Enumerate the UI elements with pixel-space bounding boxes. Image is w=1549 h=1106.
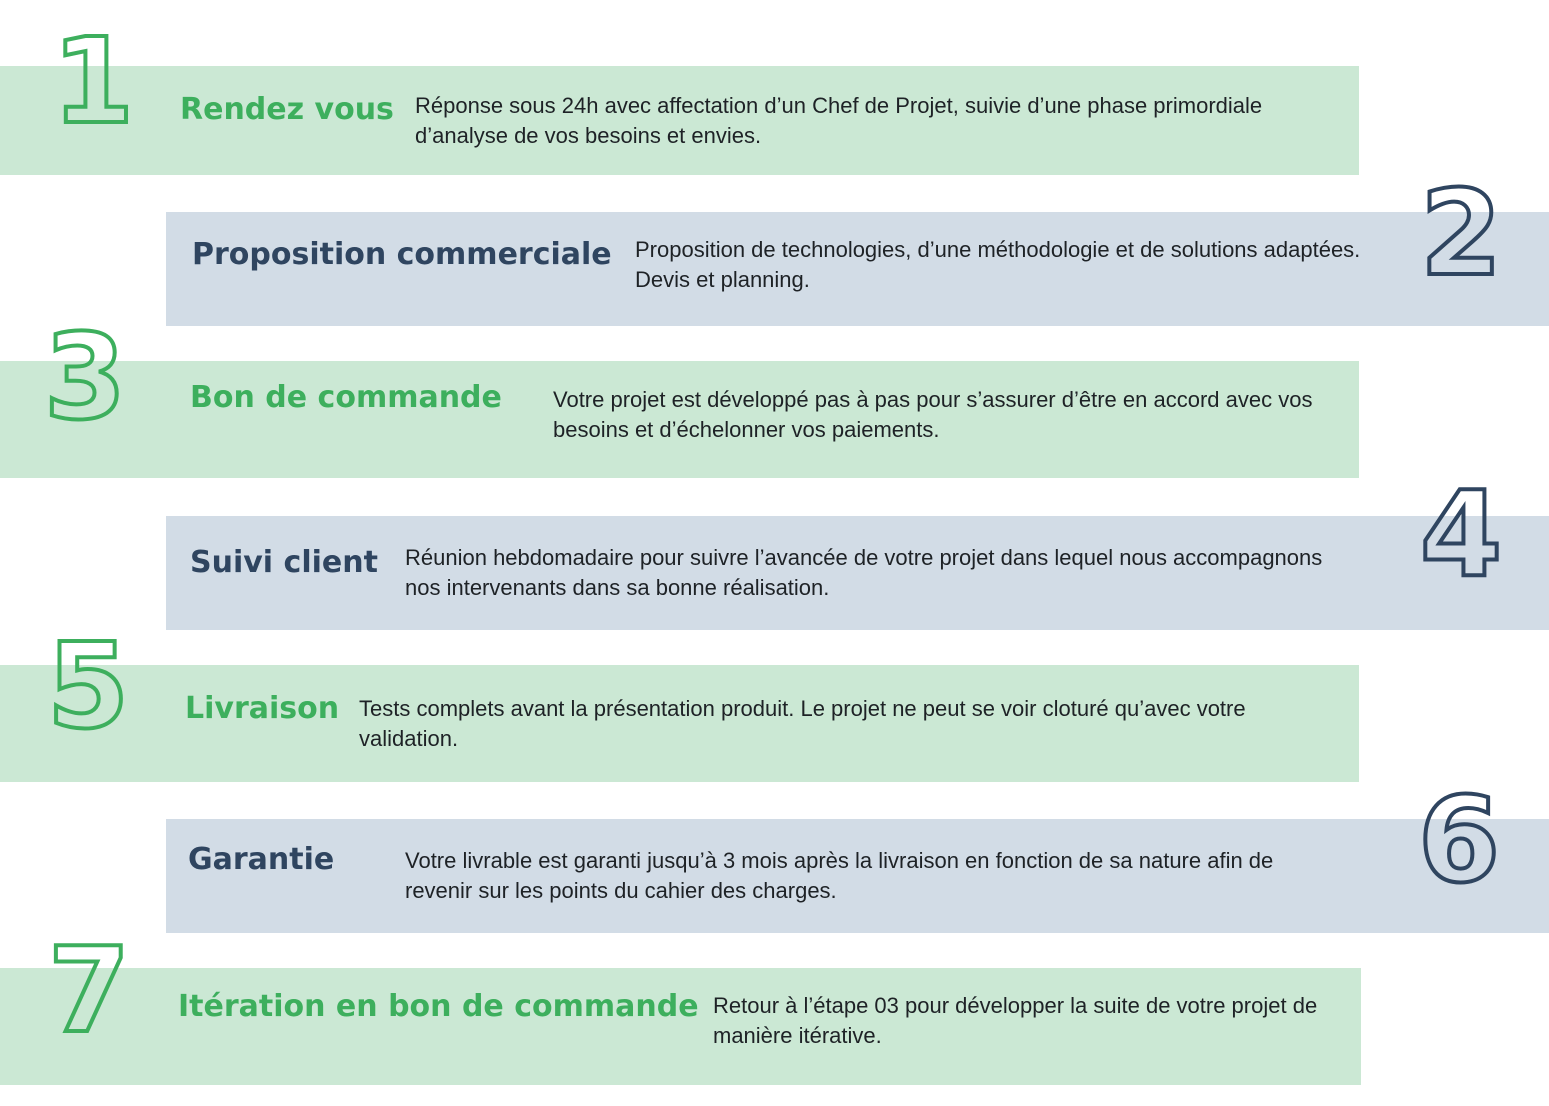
- step-3-title: Bon de commande: [190, 380, 502, 415]
- step-1-title: Rendez vous: [180, 92, 394, 127]
- step-3-description: Votre projet est développé pas à pas pou…: [553, 387, 1313, 442]
- step-2-title: Proposition commerciale: [192, 237, 612, 272]
- step-1-description: Réponse sous 24h avec affectation d’un C…: [415, 93, 1263, 148]
- step-3-number: 3: [42, 308, 128, 446]
- step-2-description: Proposition de technologies, d’une métho…: [635, 237, 1361, 292]
- step-7-description: Retour à l’étape 03 pour développer la s…: [713, 993, 1318, 1048]
- step-4-description: Réunion hebdomadaire pour suivre l’avanc…: [405, 545, 1323, 600]
- step-6-number: 6: [1416, 771, 1502, 909]
- step-1-number: 1: [50, 12, 136, 150]
- step-5-title: Livraison: [185, 691, 340, 726]
- step-6-description: Votre livrable est garanti jusqu’à 3 moi…: [405, 848, 1274, 903]
- step-6-title: Garantie: [188, 842, 335, 877]
- step-5-description: Tests complets avant la présentation pro…: [359, 696, 1246, 751]
- step-2-number: 2: [1418, 164, 1504, 302]
- step-4-number: 4: [1418, 465, 1504, 603]
- step-5-number: 5: [45, 617, 131, 755]
- step-7-title: Itération en bon de commande: [178, 989, 699, 1024]
- step-4-title: Suivi client: [190, 545, 378, 580]
- step-7-number: 7: [46, 921, 132, 1059]
